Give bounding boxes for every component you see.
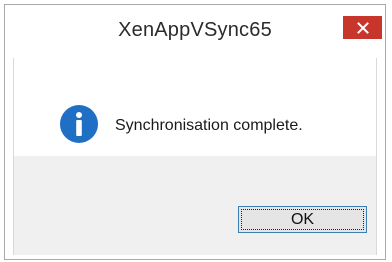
message-area: Synchronisation complete. — [14, 58, 376, 156]
message-text: Synchronisation complete. — [115, 117, 303, 134]
dialog-content: Synchronisation complete. OK — [13, 58, 377, 255]
ok-button-label: OK — [290, 210, 315, 228]
close-icon — [356, 21, 369, 34]
info-icon — [60, 105, 98, 143]
button-bar: OK — [14, 156, 376, 255]
dialog-window: XenAppVSync65 Synchronisation complete. … — [4, 4, 386, 260]
close-button[interactable] — [343, 16, 382, 39]
title-bar[interactable]: XenAppVSync65 — [5, 5, 385, 53]
ok-button[interactable]: OK — [238, 206, 367, 233]
window-title: XenAppVSync65 — [118, 19, 272, 41]
